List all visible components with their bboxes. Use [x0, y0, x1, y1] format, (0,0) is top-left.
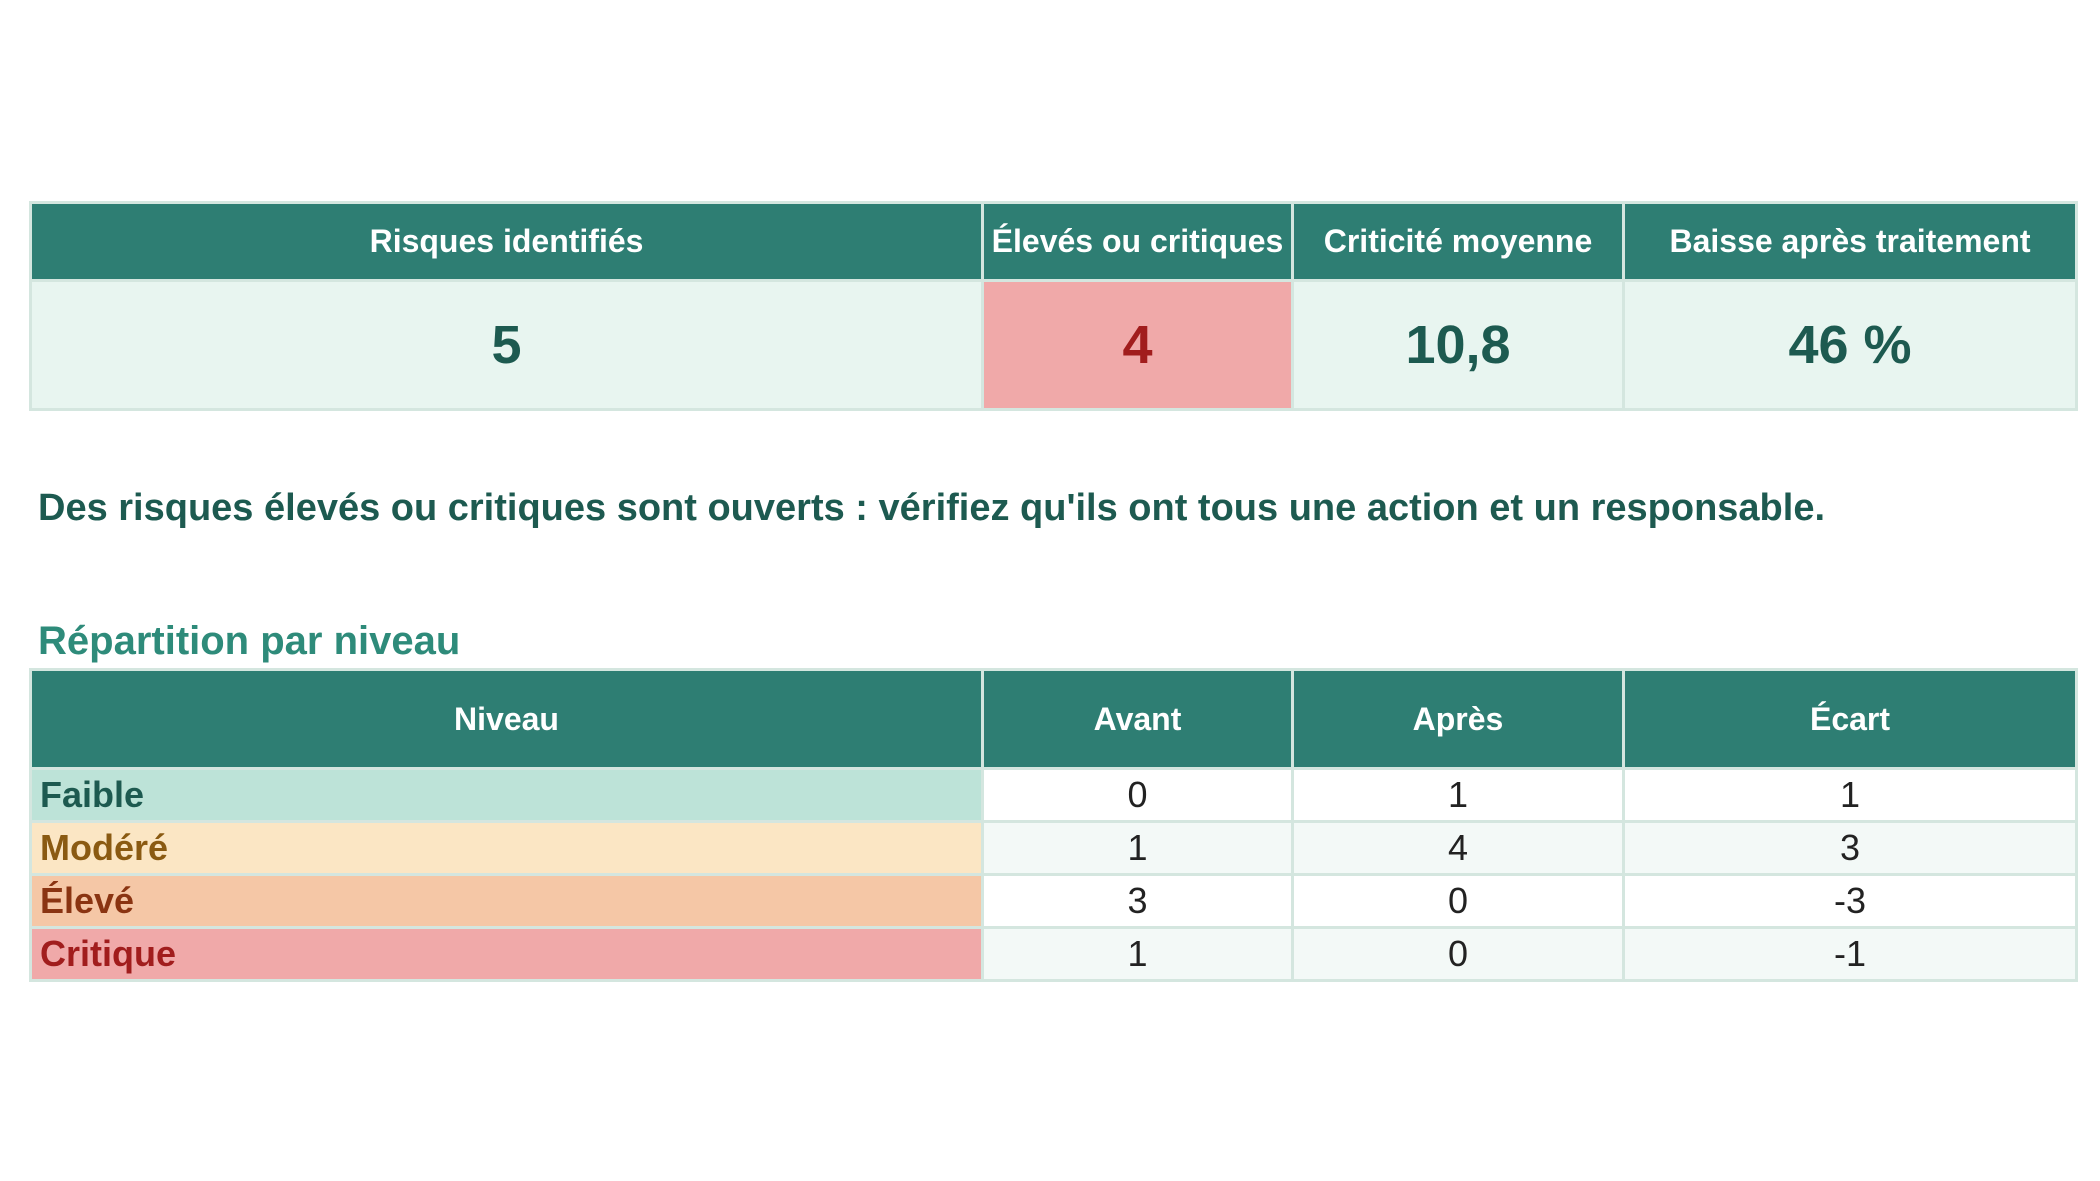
kpi-label-average-criticality: Criticité moyenne: [1291, 201, 1625, 282]
kpi-value-reduction-after-treatment: 46 %: [1622, 279, 2078, 411]
before-cell: 3: [981, 873, 1294, 929]
after-cell: 0: [1291, 873, 1625, 929]
before-cell: 0: [981, 767, 1294, 823]
before-cell: 1: [981, 820, 1294, 876]
after-cell: 1: [1291, 767, 1625, 823]
level-cell: Critique: [29, 926, 984, 982]
after-cell: 4: [1291, 820, 1625, 876]
kpi-label-high-or-critical: Élevés ou critiques: [981, 201, 1294, 282]
distribution-header-row: Niveau Avant Après Écart: [29, 668, 2078, 770]
alert-message: Des risques élevés ou critiques sont ouv…: [38, 487, 1826, 529]
table-row: Critique 1 0 -1: [29, 926, 2078, 982]
table-row: Élevé 3 0 -3: [29, 873, 2078, 929]
column-header-difference: Écart: [1622, 668, 2078, 770]
column-header-level: Niveau: [29, 668, 984, 770]
kpi-header-row: Risques identifiés Élevés ou critiques C…: [29, 201, 2078, 282]
difference-cell: -3: [1622, 873, 2078, 929]
table-row: Faible 0 1 1: [29, 767, 2078, 823]
difference-cell: 1: [1622, 767, 2078, 823]
column-header-after: Après: [1291, 668, 1625, 770]
kpi-value-high-or-critical: 4: [981, 279, 1294, 411]
level-cell: Faible: [29, 767, 984, 823]
distribution-table: Niveau Avant Après Écart Faible 0 1 1 Mo…: [29, 668, 2078, 982]
kpi-value-row: 5 4 10,8 46 %: [29, 279, 2078, 411]
level-cell: Modéré: [29, 820, 984, 876]
column-header-before: Avant: [981, 668, 1294, 770]
after-cell: 0: [1291, 926, 1625, 982]
kpi-value-average-criticality: 10,8: [1291, 279, 1625, 411]
kpi-label-reduction-after-treatment: Baisse après traitement: [1622, 201, 2078, 282]
table-row: Modéré 1 4 3: [29, 820, 2078, 876]
section-title-distribution: Répartition par niveau: [38, 619, 461, 663]
before-cell: 1: [981, 926, 1294, 982]
kpi-value-risks-identified: 5: [29, 279, 984, 411]
difference-cell: 3: [1622, 820, 2078, 876]
kpi-table: Risques identifiés Élevés ou critiques C…: [29, 201, 2078, 411]
kpi-label-risks-identified: Risques identifiés: [29, 201, 984, 282]
difference-cell: -1: [1622, 926, 2078, 982]
level-cell: Élevé: [29, 873, 984, 929]
